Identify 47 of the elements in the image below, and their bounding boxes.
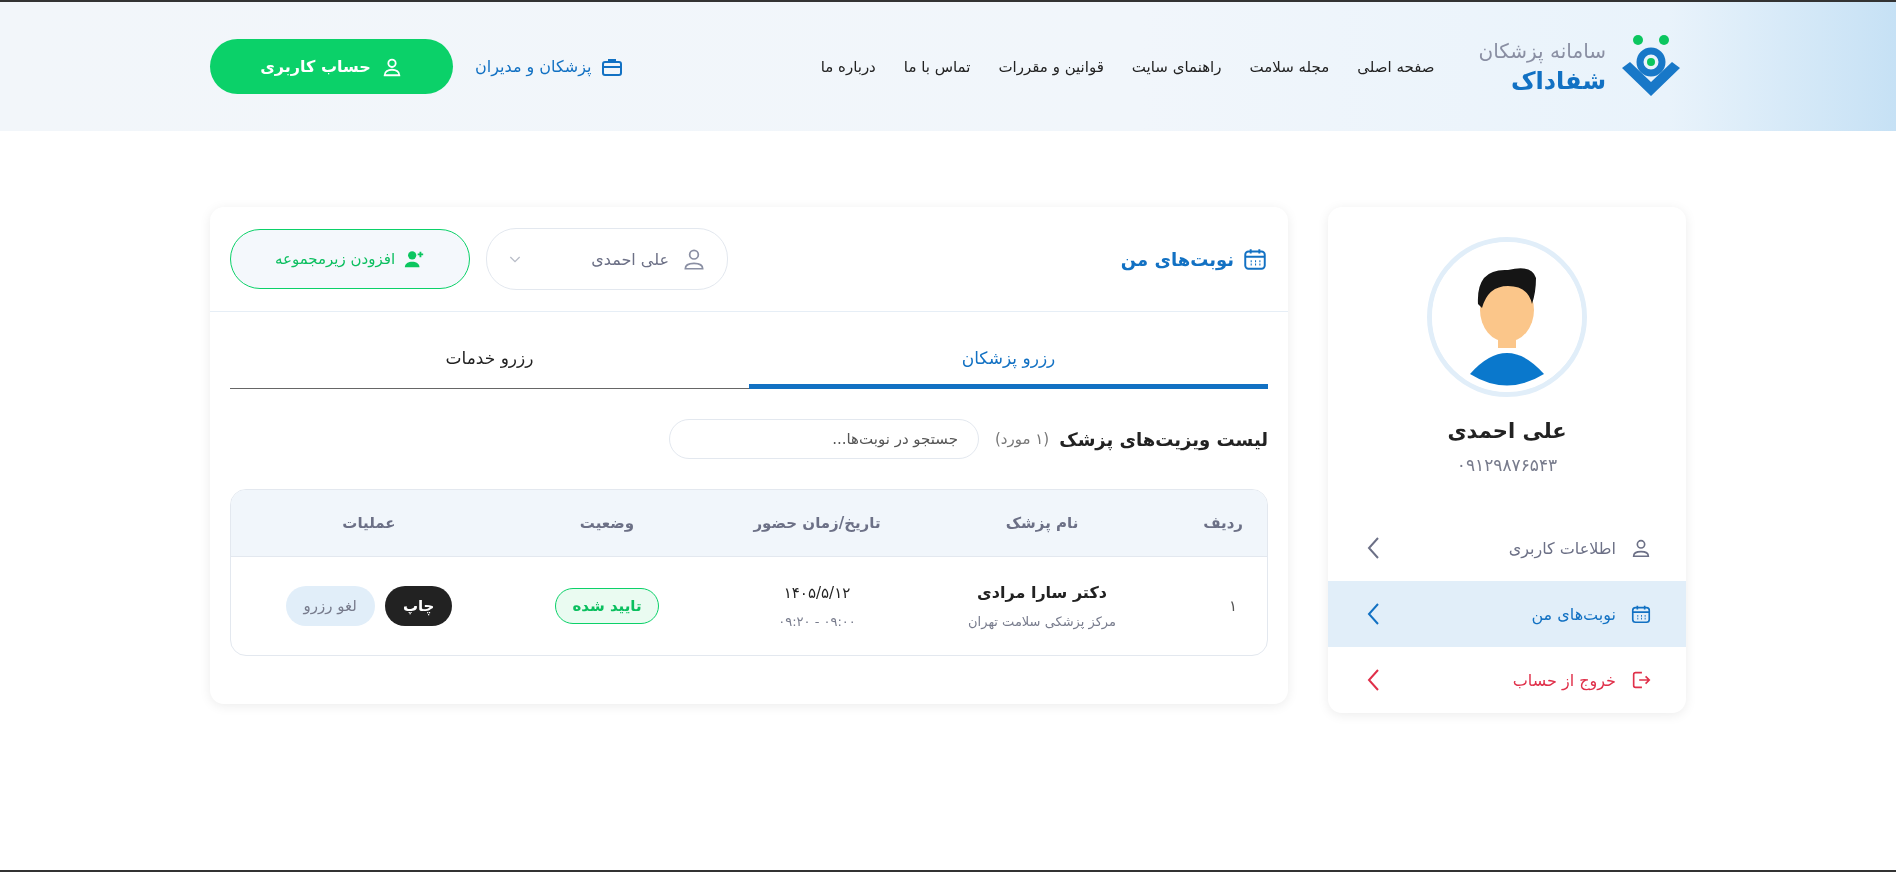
cancel-button[interactable]: لغو رزرو [285,586,375,626]
column-header: نام پزشک [1004,514,1080,532]
nav-link[interactable]: تماس با ما [903,57,971,76]
appointment-date: ۱۴۰۵/۵/۱۲ [783,583,851,602]
chevron-left-icon [1366,668,1380,692]
search-field[interactable]: جستجو در نوبت‌ها... [668,419,979,459]
chevron-left-icon [1366,536,1380,560]
tab[interactable]: رزرو پزشکان [749,330,1268,389]
column-header: وضعیت [578,514,636,532]
panel-title: نوبت‌های من [1120,248,1234,270]
calendar-icon [1630,603,1652,625]
list-title: لیست ویزیت‌های پزشک [1059,428,1268,450]
status-badge: تایید شده [555,588,659,624]
sidebar-item[interactable]: اطلاعات کاربری [1328,515,1686,581]
column-header: ردیف [1202,514,1244,532]
chevron-left-icon [1366,602,1380,626]
sidebar-item-label: نوبت‌های من [1530,604,1616,624]
calendar-icon [1242,246,1268,272]
doctor-name: دکتر سارا مرادی [977,583,1107,602]
person-select[interactable]: علی احمدی [486,228,728,290]
nav-link[interactable]: صفحه اصلی [1357,57,1435,76]
logout-icon [1630,669,1652,691]
column-header: عملیات [341,514,397,532]
phone-number: ۰۹۱۲۹۸۷۶۵۴۳ [1456,455,1558,475]
tab[interactable]: رزرو خدمات [230,330,749,389]
user-plus-icon [403,248,426,270]
logo-name: شفاداک [1510,66,1606,95]
appointment-time: ۰۹:۰۰ - ۰۹:۲۰ [778,613,856,629]
doctors-link-label: پزشکان و مدیران [475,57,592,76]
clinic-name: مرکز پزشکی سلامت تهران [968,614,1116,629]
sidebar-item[interactable]: خروج از حساب [1328,647,1686,713]
person-select-value: علی احمدی [591,249,669,269]
nav-link[interactable]: درباره ما [820,57,876,76]
item-count: (۱ مورد) [994,430,1050,448]
print-button[interactable]: چاپ [384,586,453,626]
doctors-link[interactable]: پزشکان و مدیران [475,54,624,79]
user-icon [1630,537,1652,559]
nav-link[interactable]: مجله سلامت [1249,57,1330,76]
sidebar-item[interactable]: نوبت‌های من [1328,581,1686,647]
nav-link[interactable]: راهنمای سایت [1131,57,1222,76]
nav-link[interactable]: قوانین و مقررات [998,57,1104,76]
sidebar-item-label: خروج از حساب [1511,670,1616,690]
sidebar-item-label: اطلاعات کاربری [1507,538,1616,558]
user-name: علی احمدی [1447,419,1567,443]
row-number: ۱ [1228,597,1237,615]
column-header: تاریخ/زمان حضور [752,514,882,532]
logo-subtitle: سامانه پزشکان [1478,38,1606,63]
